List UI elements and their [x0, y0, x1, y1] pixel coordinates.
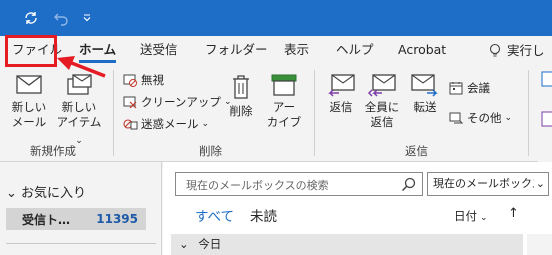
new-items-label-1: 新しい: [61, 100, 97, 114]
tab-view[interactable]: 表示: [284, 36, 309, 66]
sort-direction-arrow-icon[interactable]: ↑: [508, 206, 519, 221]
archive-icon: [271, 74, 297, 96]
cleanup-label: クリーンアップ: [141, 95, 221, 109]
inbox-label: 受信ト…: [22, 212, 71, 227]
more-respond-label: その他: [467, 111, 502, 125]
tab-acrobat[interactable]: Acrobat: [398, 36, 446, 66]
cleanup-button[interactable]: クリーンアップ ⌄: [122, 92, 231, 112]
group-today-label: 今日: [198, 237, 222, 251]
cleanup-icon: [123, 96, 137, 109]
ribbon: 新しい メール 新しい アイテム ⌄ 新規作成 無視 クリーンアップ ⌄ 迷惑メー…: [0, 66, 552, 162]
search-scope-dropdown[interactable]: 現在のメールボックス ⌄: [427, 172, 549, 196]
archive-label-2: カイブ: [266, 115, 302, 129]
new-mail-button[interactable]: 新しい メール: [6, 72, 52, 130]
delete-label: 削除: [229, 104, 253, 118]
new-items-label-2: アイテム: [56, 115, 102, 129]
ignore-button[interactable]: 無視: [122, 70, 164, 90]
ignore-label: 無視: [141, 73, 164, 87]
archive-button[interactable]: アー カイブ: [264, 72, 304, 130]
inbox-folder[interactable]: 受信ト… 11395: [6, 208, 146, 230]
tell-me-label: 実行し: [507, 43, 545, 58]
search-icon[interactable]: [401, 177, 416, 192]
tab-help[interactable]: ヘルプ: [336, 36, 374, 66]
chevron-down-icon: ⌄: [533, 173, 545, 195]
meeting-button[interactable]: 会議: [448, 78, 490, 98]
filter-tab-all[interactable]: すべて: [195, 205, 234, 225]
junk-dropdown-icon: ⌄: [201, 119, 210, 129]
tab-folder[interactable]: フォルダー: [205, 36, 268, 66]
search-scope-label: 現在のメールボックス: [433, 177, 543, 190]
meeting-label: 会議: [467, 81, 490, 95]
message-list-pane: 現在のメールボックスの検索 現在のメールボックス ⌄ すべて 未読 日付 ⌄ ↑ …: [163, 162, 552, 255]
reply-label: 返信: [329, 100, 353, 114]
group-header-today[interactable]: ⌄ 今日: [171, 234, 523, 255]
favorites-label: お気に入り: [21, 186, 87, 201]
junk-button[interactable]: 迷惑メール ⌄: [122, 114, 209, 134]
favorites-header[interactable]: ⌄ お気に入り: [6, 182, 86, 201]
customize-toolbar-icon[interactable]: [80, 8, 94, 28]
sort-dropdown-icon: ⌄: [480, 213, 488, 223]
sync-icon[interactable]: [20, 8, 42, 28]
calendar-icon: [449, 82, 463, 95]
archive-label-1: アー: [272, 100, 296, 114]
group-label-new: 新規作成: [30, 144, 76, 158]
more-respond-icon: [449, 112, 464, 124]
quick-steps-icon: [541, 71, 552, 127]
collapse-group-icon: ⌄: [179, 237, 189, 251]
reply-all-label-2: 返信: [370, 115, 394, 129]
inbox-unread-count: 11395: [96, 212, 138, 226]
junk-label: 迷惑メール: [141, 117, 199, 131]
undo-icon[interactable]: [50, 8, 72, 28]
search-placeholder: 現在のメールボックスの検索: [186, 179, 329, 192]
folder-pane: ⌄ お気に入り 受信ト… 11395: [0, 162, 162, 255]
lightbulb-icon: [489, 43, 501, 57]
file-tab-highlight: [5, 35, 57, 67]
forward-icon: [411, 74, 438, 97]
group-label-delete: 削除: [199, 144, 222, 158]
new-mail-label-2: メール: [11, 115, 47, 129]
new-items-dropdown-icon: ⌄: [75, 136, 83, 146]
forward-button[interactable]: 転送: [406, 72, 444, 115]
group-divider: [528, 70, 529, 156]
annotation-arrow-icon: [57, 56, 106, 78]
new-items-button[interactable]: 新しい アイテム ⌄: [54, 72, 104, 149]
reply-all-icon: [367, 74, 396, 97]
group-label-respond: 返信: [405, 144, 428, 158]
sort-by-button[interactable]: 日付 ⌄: [454, 208, 488, 224]
group-divider: [314, 70, 315, 156]
tab-send-receive[interactable]: 送受信: [140, 36, 178, 66]
folder-divider: [6, 243, 156, 244]
ribbon-next-group-partial: [538, 66, 552, 162]
junk-icon: [123, 119, 138, 130]
sort-by-label: 日付: [454, 209, 477, 223]
new-mail-label-1: 新しい: [11, 100, 47, 114]
filter-tab-unread[interactable]: 未読: [250, 205, 277, 225]
scrollbar[interactable]: [527, 234, 552, 255]
reply-button[interactable]: 返信: [322, 72, 360, 115]
trash-icon: [233, 75, 249, 99]
search-input[interactable]: 現在のメールボックスの検索: [175, 172, 423, 196]
envelope-icon: [16, 75, 42, 94]
more-respond-button[interactable]: その他 ⌄: [448, 108, 512, 128]
reply-all-label-1: 全員に: [364, 100, 400, 114]
tell-me-box[interactable]: 実行し: [488, 36, 545, 66]
delete-button[interactable]: 削除: [223, 72, 259, 119]
reply-all-button[interactable]: 全員に 返信: [362, 72, 402, 130]
reply-icon: [328, 74, 355, 97]
ignore-icon: [123, 74, 137, 87]
group-divider: [113, 70, 114, 156]
forward-label: 転送: [413, 100, 437, 114]
title-bar: [0, 0, 552, 36]
more-respond-dropdown-icon: ⌄: [504, 113, 513, 123]
collapse-favorites-icon: ⌄: [6, 186, 17, 201]
